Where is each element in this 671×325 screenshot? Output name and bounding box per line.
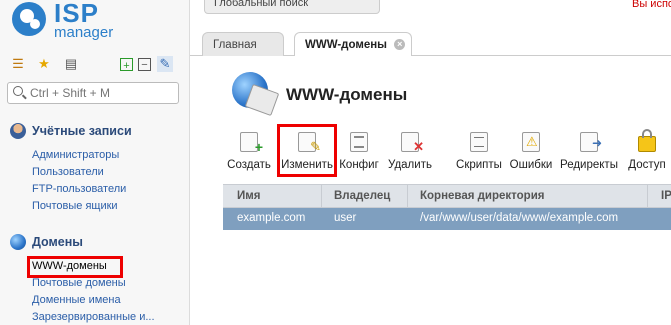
www-domains-page-icon	[232, 72, 268, 108]
sidebar-item-users[interactable]: Пользователи	[32, 166, 104, 178]
sidebar-item-domain-names[interactable]: Доменные имена	[32, 294, 121, 306]
delete-button[interactable]: ✕ Удалить	[385, 132, 435, 172]
users-icon	[10, 123, 26, 139]
sidebar-item-ftp-users[interactable]: FTP-пользователи	[32, 183, 126, 195]
search-icon	[13, 86, 23, 96]
access-label: Доступ	[628, 159, 666, 171]
ispmanager-logo[interactable]: ISP manager	[12, 0, 162, 42]
column-ip[interactable]: IP	[661, 190, 671, 202]
close-tab-icon[interactable]: ×	[394, 39, 406, 51]
sidebar-search-input[interactable]	[30, 85, 175, 101]
column-divider[interactable]	[407, 185, 408, 207]
sidebar-item-mailboxes[interactable]: Почтовые ящики	[32, 200, 118, 212]
logo-mark-icon	[12, 2, 46, 36]
errors-button[interactable]: ⚠ Ошибки	[506, 132, 556, 172]
table-row[interactable]: example.com user /var/www/user/data/www/…	[223, 208, 671, 230]
global-search-placeholder: Глобальный поиск	[214, 0, 309, 9]
favorites-star-icon[interactable]: ★	[36, 56, 52, 72]
tab-www-domains-label: WWW-домены	[305, 39, 388, 51]
main-content: WWW-домены + Создать ✎ Изменить Конфиг ✕…	[190, 56, 671, 325]
group-title-domains[interactable]: Домены	[32, 235, 83, 249]
column-owner[interactable]: Владелец	[334, 190, 390, 202]
delete-icon: ✕	[401, 132, 424, 154]
pin-icon[interactable]: ✎	[157, 56, 173, 72]
scripts-icon	[470, 132, 488, 152]
sidebar-search[interactable]	[7, 82, 179, 104]
cell-root-directory: /var/www/user/data/www/example.com	[420, 212, 619, 224]
license-alert[interactable]: Вы испо	[632, 0, 671, 10]
table-header: Имя Владелец Корневая директория IP	[223, 184, 671, 208]
redirects-button[interactable]: ➜ Редиректы	[560, 132, 618, 172]
group-title-accounts[interactable]: Учётные записи	[32, 124, 132, 138]
global-search-input[interactable]: Глобальный поиск	[204, 0, 380, 14]
cell-name: example.com	[237, 212, 306, 224]
highlight-box-sidebar	[27, 256, 123, 278]
page-title: WWW-домены	[286, 85, 408, 104]
tab-home-label: Главная	[213, 39, 257, 51]
logo-text-manager: manager	[54, 24, 114, 41]
tree-view-icon[interactable]: ☰	[10, 56, 26, 72]
sidebar-toolbar: ☰ ★ ▤ + − ✎	[10, 56, 182, 74]
create-button[interactable]: + Создать	[224, 132, 274, 172]
tab-www-domains[interactable]: WWW-домены ×	[294, 32, 412, 58]
clipboard-icon[interactable]: ▤	[63, 56, 79, 72]
lock-icon	[638, 129, 656, 152]
column-divider[interactable]	[647, 185, 648, 207]
tab-bar: Главная WWW-домены ×	[190, 30, 671, 58]
column-name[interactable]: Имя	[237, 190, 260, 202]
tab-home[interactable]: Главная	[202, 32, 284, 57]
collapse-all-icon[interactable]: −	[138, 58, 151, 71]
warning-icon: ⚠	[522, 132, 540, 152]
config-icon	[350, 132, 368, 152]
column-divider[interactable]	[321, 185, 322, 207]
column-root-directory[interactable]: Корневая директория	[420, 190, 544, 202]
sidebar: ISP manager ☰ ★ ▤ + − ✎ Учётные записи А…	[0, 0, 190, 325]
sidebar-item-reserved[interactable]: Зарезервированные и...	[32, 311, 155, 323]
cell-owner: user	[334, 212, 357, 224]
sidebar-item-mail-domains[interactable]: Почтовые домены	[32, 277, 126, 289]
expand-all-icon[interactable]: +	[120, 58, 133, 72]
sidebar-item-administrators[interactable]: Администраторы	[32, 149, 119, 161]
globe-icon	[10, 234, 26, 250]
access-button[interactable]: Доступ	[622, 129, 671, 172]
top-bar: Глобальный поиск Вы испо	[190, 0, 671, 24]
redirect-icon: ➜	[580, 132, 602, 152]
create-icon: +	[240, 132, 263, 155]
delete-label: Удалить	[388, 159, 432, 171]
